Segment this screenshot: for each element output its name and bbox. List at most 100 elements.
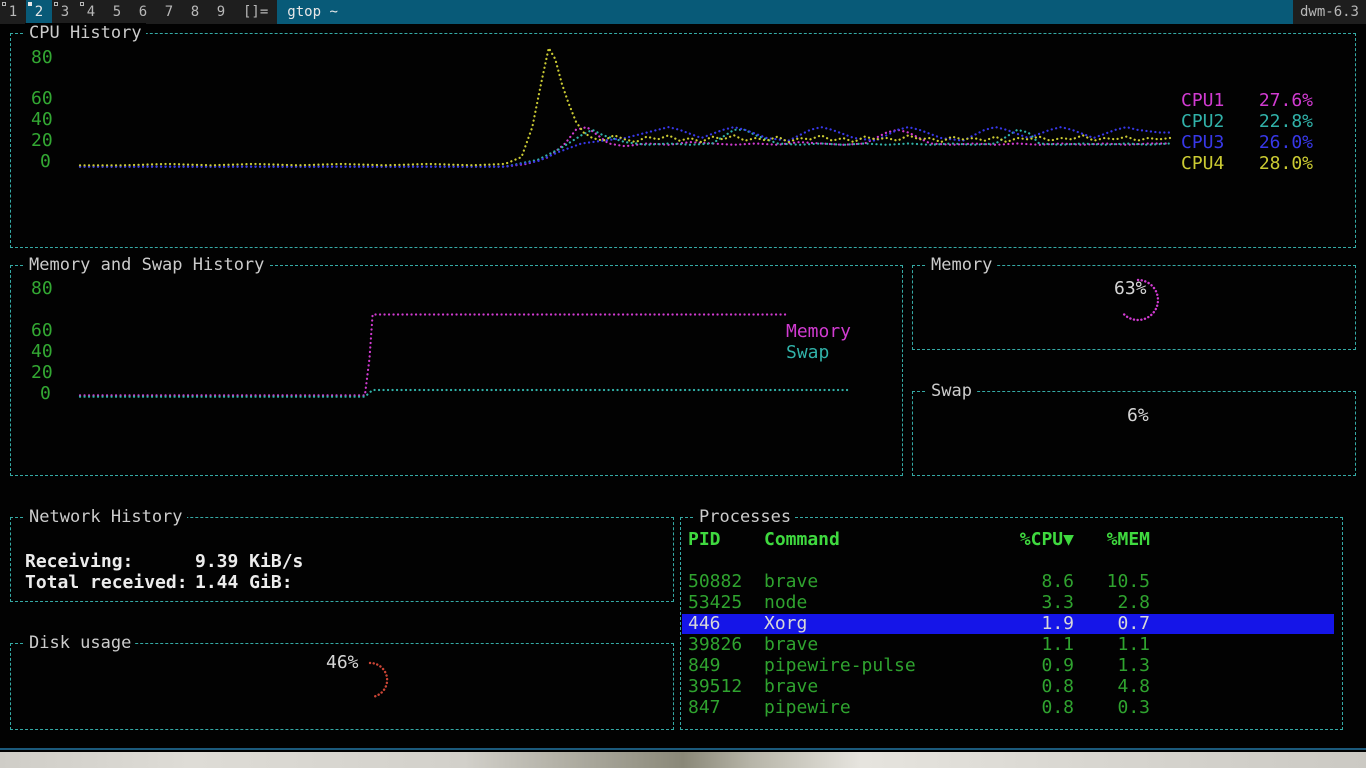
workspace-tag-1[interactable]: 1 [0,0,26,24]
network-total-value: 1.44 GiB: [195,572,293,593]
disk-gauge-arc [330,652,420,722]
pid-cell: 849 [688,656,764,676]
series-swap [80,390,850,397]
desktop: 123456789 []= gtop ~ dwm-6.3 CPU History… [0,0,1366,768]
network-receiving-value: 9.39 KiB/s [195,551,303,572]
pid-cell: 847 [688,698,764,718]
panel-title-memswap: Memory and Swap History [25,255,268,275]
column-mem: %MEM [1074,530,1150,550]
statusbar: 123456789 []= gtop ~ dwm-6.3 [0,0,1366,24]
cpu-cell: 0.9 [1002,656,1074,676]
series-cpu4 [80,48,1170,165]
tag-client-indicator [2,2,6,6]
series-memory [80,315,788,396]
cpu-legend: CPU127.6%CPU222.8%CPU326.0%CPU428.0% [1181,90,1313,174]
panel-title-swap: Swap [927,381,976,401]
y-tick-40: 40 [31,109,53,130]
network-receiving-label: Receiving: [25,551,195,572]
tag-client-indicator [80,2,84,6]
panel-title-cpu-history: CPU History [25,23,146,43]
column-cpu: %CPU▼ [1002,530,1074,550]
tag-client-indicator [54,2,58,6]
panel-network: Network History Receiving: 9.39 KiB/s To… [10,517,674,602]
mem-cell: 0.7 [1074,614,1150,634]
memswap-history-chart [80,292,850,398]
legend-cpu3: CPU326.0% [1181,132,1313,153]
processes-header: PID Command %CPU▼ %MEM [682,530,1334,550]
mem-cell: 4.8 [1074,677,1150,697]
mem-cell: 1.3 [1074,656,1150,676]
command-cell: pipewire-pulse [764,656,1002,676]
y-tick-80: 80 [31,278,53,299]
cpu-cell: 8.6 [1002,572,1074,592]
pid-cell: 39512 [688,677,764,697]
pid-cell: 50882 [688,572,764,592]
cpu-cell: 0.8 [1002,698,1074,718]
cpu-cell: 1.9 [1002,614,1074,634]
command-cell: pipewire [764,698,1002,718]
terminal-window: CPU History 806040200 CPU127.6%CPU222.8%… [0,24,1366,750]
process-row-brave[interactable]: 50882brave8.610.5 [682,572,1334,592]
workspace-tags: 123456789 [0,0,234,24]
swap-percent: 6% [1127,405,1149,426]
pid-cell: 39826 [688,635,764,655]
workspace-tag-6[interactable]: 6 [130,0,156,24]
memory-gauge-arc [1095,268,1195,348]
network-total-label: Total received: [25,572,195,593]
command-cell: brave [764,677,1002,697]
y-tick-20: 20 [31,130,53,151]
mem-cell: 1.1 [1074,635,1150,655]
panel-title-memory: Memory [927,255,996,275]
process-row-brave[interactable]: 39512brave0.84.8 [682,677,1334,697]
network-receiving-row: Receiving: 9.39 KiB/s [25,551,303,572]
y-tick-60: 60 [31,320,53,341]
y-tick-80: 80 [31,47,53,68]
cpu-cell: 1.1 [1002,635,1074,655]
column-pid: PID [688,530,764,550]
desktop-wallpaper [0,752,1366,768]
command-cell: brave [764,572,1002,592]
process-row-pipewire[interactable]: 847pipewire0.80.3 [682,698,1334,718]
processes-rows: 50882brave8.610.553425node3.32.8446Xorg1… [682,572,1334,719]
mem-cell: 2.8 [1074,593,1150,613]
y-tick-0: 0 [40,383,51,404]
workspace-tag-8[interactable]: 8 [182,0,208,24]
series-cpu1 [80,127,1170,167]
legend-cpu1: CPU127.6% [1181,90,1313,111]
process-row-Xorg[interactable]: 446Xorg1.90.7 [682,614,1334,634]
panel-title-processes: Processes [695,507,795,527]
workspace-tag-2[interactable]: 2 [26,0,52,24]
cpu-cell: 0.8 [1002,677,1074,697]
process-row-node[interactable]: 53425node3.32.8 [682,593,1334,613]
y-tick-20: 20 [31,362,53,383]
cpu-cell: 3.3 [1002,593,1074,613]
process-row-brave[interactable]: 39826brave1.11.1 [682,635,1334,655]
cpu-history-chart [80,48,1170,168]
sort-desc-icon: ▼ [1063,529,1074,550]
legend-cpu4: CPU428.0% [1181,153,1313,174]
process-row-pipewire-pulse[interactable]: 849pipewire-pulse0.91.3 [682,656,1334,676]
workspace-tag-4[interactable]: 4 [78,0,104,24]
column-command: Command [764,530,1002,550]
workspace-tag-9[interactable]: 9 [208,0,234,24]
y-tick-60: 60 [31,88,53,109]
command-cell: Xorg [764,614,1002,634]
command-cell: brave [764,635,1002,655]
panel-swap: Swap 6% [912,391,1356,476]
mem-cell: 10.5 [1074,572,1150,592]
command-cell: node [764,593,1002,613]
status-text: dwm-6.3 [1293,0,1366,24]
series-cpu3 [80,127,1170,167]
series-cpu2 [80,130,1170,167]
layout-symbol[interactable]: []= [234,0,277,24]
y-tick-0: 0 [40,151,51,172]
panel-title-disk: Disk usage [25,633,135,653]
workspace-tag-5[interactable]: 5 [104,0,130,24]
workspace-tag-3[interactable]: 3 [52,0,78,24]
mem-cell: 0.3 [1074,698,1150,718]
pid-cell: 53425 [688,593,764,613]
workspace-tag-7[interactable]: 7 [156,0,182,24]
y-tick-40: 40 [31,341,53,362]
pid-cell: 446 [688,614,764,634]
panel-title-network: Network History [25,507,187,527]
